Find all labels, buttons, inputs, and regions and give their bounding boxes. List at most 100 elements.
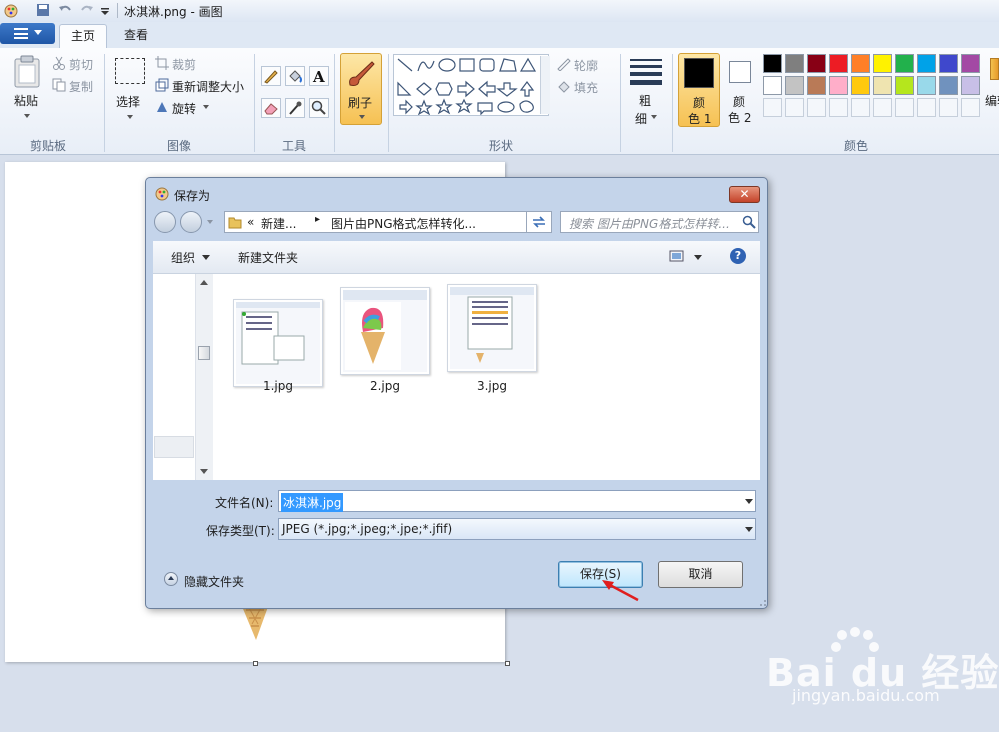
color-swatch[interactable] xyxy=(895,54,914,73)
filetype-select[interactable]: JPEG (*.jpg;*.jpeg;*.jpe;*.jfif) xyxy=(278,518,756,540)
color-picker-icon[interactable] xyxy=(285,98,305,118)
custom-color-slot[interactable] xyxy=(829,98,848,117)
file-name[interactable]: 3.jpg xyxy=(447,379,537,393)
color-swatch[interactable] xyxy=(917,76,936,95)
shapes-scroll[interactable] xyxy=(540,56,550,114)
custom-color-slot[interactable] xyxy=(939,98,958,117)
filename-dropdown-icon[interactable] xyxy=(745,499,753,504)
organize-dropdown-icon[interactable] xyxy=(202,255,210,260)
magnifier-icon[interactable] xyxy=(309,98,329,118)
custom-color-slot[interactable] xyxy=(851,98,870,117)
edit-colors-icon[interactable] xyxy=(990,58,999,80)
copy-button[interactable]: 复制 xyxy=(69,78,93,95)
scroll-up-icon[interactable] xyxy=(200,280,208,285)
resize-button[interactable]: 重新调整大小 xyxy=(172,78,244,95)
custom-color-slot[interactable] xyxy=(763,98,782,117)
undo-icon[interactable] xyxy=(58,3,72,17)
text-tool-icon[interactable]: A xyxy=(309,66,329,86)
cancel-button[interactable]: 取消 xyxy=(658,561,743,588)
size-label-1[interactable]: 粗 xyxy=(639,92,651,109)
color-swatch[interactable] xyxy=(873,54,892,73)
file-thumbnail[interactable] xyxy=(233,299,323,387)
search-input[interactable]: 搜索 图片由PNG格式怎样转... xyxy=(560,211,759,233)
color-swatch[interactable] xyxy=(851,76,870,95)
custom-color-slot[interactable] xyxy=(895,98,914,117)
redo-icon[interactable] xyxy=(80,3,94,17)
shapes-gallery[interactable] xyxy=(393,54,549,116)
color-swatch[interactable] xyxy=(917,54,936,73)
outline-button[interactable]: 轮廓 xyxy=(574,57,598,74)
custom-color-slot[interactable] xyxy=(785,98,804,117)
close-button[interactable]: ✕ xyxy=(729,186,760,203)
fill-button[interactable]: 填充 xyxy=(574,79,598,96)
color-swatch[interactable] xyxy=(829,76,848,95)
color-swatch[interactable] xyxy=(895,76,914,95)
color-swatch[interactable] xyxy=(807,76,826,95)
resize-handle[interactable] xyxy=(505,661,510,666)
dialog-resize-grip[interactable] xyxy=(759,596,767,606)
size-label-2[interactable]: 细 xyxy=(635,110,647,127)
select-button[interactable]: 选择 xyxy=(116,93,140,110)
paste-icon[interactable] xyxy=(13,55,41,92)
paint-menu-button[interactable] xyxy=(0,23,55,44)
back-button[interactable] xyxy=(154,211,176,233)
customize-quick-access-icon[interactable] xyxy=(100,6,114,20)
filetype-dropdown-icon[interactable] xyxy=(745,527,753,532)
view-dropdown-icon[interactable] xyxy=(694,255,702,260)
color-swatch[interactable] xyxy=(785,54,804,73)
color-swatch[interactable] xyxy=(961,54,980,73)
recent-pages-icon[interactable] xyxy=(207,220,213,224)
edit-colors-button[interactable]: 编辑 xyxy=(985,92,999,109)
crop-button[interactable]: 裁剪 xyxy=(172,56,196,73)
custom-color-slot[interactable] xyxy=(961,98,980,117)
help-icon[interactable]: ? xyxy=(730,248,746,264)
color1-button[interactable]: 颜 色 1 xyxy=(678,53,720,127)
paint-app-icon[interactable] xyxy=(3,3,18,18)
pencil-icon[interactable] xyxy=(261,66,281,86)
new-folder-button[interactable]: 新建文件夹 xyxy=(238,249,298,266)
organize-button[interactable]: 组织 xyxy=(171,249,195,266)
select-icon[interactable] xyxy=(115,58,145,84)
fill-bucket-icon[interactable] xyxy=(285,66,305,86)
color2-button[interactable]: 颜 色 2 xyxy=(724,53,758,127)
file-name[interactable]: 2.jpg xyxy=(340,379,430,393)
tab-home[interactable]: 主页 xyxy=(59,24,107,49)
line-size-icon[interactable] xyxy=(630,59,662,88)
refresh-button[interactable] xyxy=(526,211,552,233)
navigation-pane-item[interactable] xyxy=(154,436,194,458)
resize-handle[interactable] xyxy=(253,661,258,666)
color-swatch[interactable] xyxy=(763,54,782,73)
change-view-icon[interactable] xyxy=(669,249,685,266)
eraser-icon[interactable] xyxy=(261,98,281,118)
paste-dropdown-icon[interactable] xyxy=(24,114,30,118)
scroll-down-icon[interactable] xyxy=(200,469,208,474)
breadcrumb-2[interactable]: 图片由PNG格式怎样转化... xyxy=(331,215,476,232)
breadcrumb-1[interactable]: 新建... xyxy=(261,215,296,232)
scroll-thumb[interactable] xyxy=(198,346,210,360)
size-dropdown-icon[interactable] xyxy=(651,115,657,119)
tab-view[interactable]: 查看 xyxy=(114,24,158,48)
file-name[interactable]: 1.jpg xyxy=(233,379,323,393)
address-bar[interactable]: « 新建... ▸ 图片由PNG格式怎样转化... xyxy=(224,211,552,233)
save-icon[interactable] xyxy=(36,3,50,17)
file-thumbnail[interactable] xyxy=(340,287,430,375)
forward-button[interactable] xyxy=(180,211,202,233)
hide-folders-label[interactable]: 隐藏文件夹 xyxy=(184,573,244,590)
select-dropdown-icon[interactable] xyxy=(127,115,133,119)
custom-color-slot[interactable] xyxy=(917,98,936,117)
cut-button[interactable]: 剪切 xyxy=(69,56,93,73)
color-swatch[interactable] xyxy=(763,76,782,95)
brush-button[interactable]: 刷子 xyxy=(340,53,382,125)
custom-color-slot[interactable] xyxy=(807,98,826,117)
color-swatch[interactable] xyxy=(829,54,848,73)
custom-color-slot[interactable] xyxy=(873,98,892,117)
filename-input[interactable]: 冰淇淋.jpg xyxy=(278,490,756,512)
rotate-button[interactable]: 旋转 xyxy=(172,100,196,117)
color-swatch[interactable] xyxy=(785,76,804,95)
color-swatch[interactable] xyxy=(851,54,870,73)
color-swatch[interactable] xyxy=(873,76,892,95)
color-swatch[interactable] xyxy=(939,76,958,95)
file-thumbnail[interactable] xyxy=(447,284,537,372)
rotate-dropdown-icon[interactable] xyxy=(203,105,209,109)
color-swatch[interactable] xyxy=(939,54,958,73)
